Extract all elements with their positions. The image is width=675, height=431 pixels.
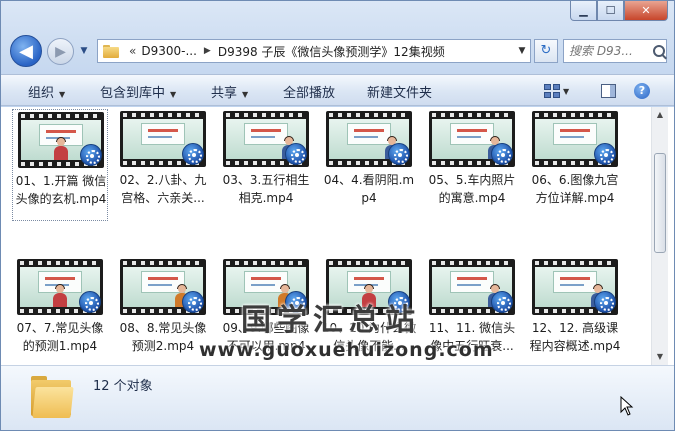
file-name: 03、3.五行相生相克.mp4 [222,173,310,205]
file-name: 08、8.常见头像预测2.mp4 [119,321,207,353]
address-bar[interactable]: « D9300-... ▶ D9398 子辰《微信头像预测学》12集视频 ▼ [97,39,531,63]
file-item[interactable]: 05、5.车内照片的寓意.mp4 [424,109,520,221]
back-arrow-icon: ◀ [19,40,33,62]
media-player-icon [388,143,410,165]
share-button[interactable]: 共享 ▼ [211,82,248,101]
search-box[interactable] [563,39,667,63]
media-player-icon [80,144,102,166]
close-button[interactable]: ✕ [624,1,668,21]
play-all-button[interactable]: 全部播放 [283,82,335,101]
change-view-button[interactable]: ▼ [544,81,569,101]
scroll-thumb[interactable] [654,153,666,253]
file-item[interactable]: 04、4.看阴阳.mp4 [321,109,417,221]
navigation-bar: ◀ ▶ ▼ « D9300-... ▶ D9398 子辰《微信头像预测学》12集… [1,31,674,71]
media-player-icon [285,143,307,165]
search-icon[interactable] [653,45,665,57]
media-player-icon [79,291,101,313]
address-dropdown-button[interactable]: ▼ [514,40,530,62]
details-pane: 12 个对象 [1,365,674,430]
chevron-down-icon: ▼ [563,86,570,96]
chevron-down-icon: ▼ [242,90,249,99]
maximize-button[interactable]: ☐ [597,1,624,21]
video-thumbnail [120,259,206,315]
slide-board [141,123,185,145]
file-item[interactable]: 01、1.开篇 微信头像的玄机.mp4 [12,109,108,221]
file-name: 07、7.常见头像的预测1.mp4 [16,321,104,353]
file-item[interactable]: 03、3.五行相生相克.mp4 [218,109,314,221]
new-folder-button[interactable]: 新建文件夹 [367,82,432,101]
include-library-label: 包含到库中 [100,86,166,101]
vertical-scrollbar[interactable]: ▲ ▼ [651,107,668,365]
recent-pages-button[interactable]: ▼ [77,44,91,58]
presenter-figure [54,137,68,160]
file-name: 05、5.车内照片的寓意.mp4 [428,173,516,205]
help-icon: ? [634,83,650,99]
search-input[interactable] [569,44,651,58]
watermark-url: www.guoxuehuizong.com [199,339,494,361]
refresh-button[interactable]: ↻ [534,39,558,63]
breadcrumb-separator[interactable]: ▶ [197,46,218,56]
presenter-figure [53,284,67,307]
file-name: 12、12. 高级课程内容概述.mp4 [529,321,621,353]
breadcrumb-overflow[interactable]: « [121,44,141,58]
scroll-up-button[interactable]: ▲ [652,107,668,123]
caption-buttons: ▁ ☐ ✕ [570,1,668,22]
scroll-down-button[interactable]: ▼ [652,349,668,365]
folder-icon [103,44,121,58]
include-library-button[interactable]: 包含到库中 ▼ [100,82,176,101]
file-item[interactable]: 02、2.八卦、九宫格、六亲关... [115,109,211,221]
video-thumbnail [120,111,206,167]
forward-arrow-icon: ▶ [55,43,66,60]
explorer-window: ▁ ☐ ✕ ◀ ▶ ▼ « D9300-... ▶ D9398 子辰《微信头像预… [0,0,675,431]
file-name: 02、2.八卦、九宫格、六亲关... [119,173,207,205]
video-thumbnail [429,111,515,167]
folder-large-icon [31,374,75,420]
media-player-icon [491,291,513,313]
item-count: 12 个对象 [93,379,153,394]
file-item[interactable]: 06、6.图像九宫方位详解.mp4 [527,109,623,221]
file-item[interactable]: 07、7.常见头像的预测1.mp4 [12,257,108,365]
video-thumbnail [18,112,104,168]
file-name: 04、4.看阴阳.mp4 [323,173,415,205]
forward-button[interactable]: ▶ [47,38,74,65]
video-thumbnail [429,259,515,315]
watermark-title: 国学汇总站 [241,303,421,338]
view-grid-icon [544,84,560,98]
share-label: 共享 [211,86,238,101]
help-button[interactable]: ? [634,81,650,101]
chevron-down-icon: ▼ [59,90,66,99]
breadcrumb-item-parent[interactable]: D9300-... [141,44,197,58]
content-edge [668,107,674,365]
minimize-button[interactable]: ▁ [570,1,597,21]
video-thumbnail [17,259,103,315]
media-player-icon [182,291,204,313]
file-name: 06、6.图像九宫方位详解.mp4 [531,173,619,205]
back-button[interactable]: ◀ [10,35,42,67]
media-player-icon [594,291,616,313]
video-thumbnail [532,259,618,315]
file-name: 01、1.开篇 微信头像的玄机.mp4 [15,174,107,206]
chevron-down-icon: ▼ [170,90,177,99]
organize-label: 组织 [28,86,55,101]
media-player-icon [594,143,616,165]
file-item[interactable]: 12、12. 高级课程内容概述.mp4 [527,257,623,365]
file-list: 12、12. 高级课程内容概述.mp4 11、11. 微信头像中五行旺衰... 10… [1,107,651,365]
preview-pane-button[interactable] [601,81,616,101]
slide-board [553,123,597,145]
media-player-icon [182,143,204,165]
video-thumbnail [532,111,618,167]
refresh-icon: ↻ [540,43,552,58]
preview-pane-icon [601,84,616,98]
command-bar: 组织 ▼ 包含到库中 ▼ 共享 ▼ 全部播放 新建文件夹 ▼ ? [1,74,674,106]
organize-button[interactable]: 组织 ▼ [28,82,65,101]
video-thumbnail [223,111,309,167]
video-thumbnail [326,111,412,167]
media-player-icon [491,143,513,165]
file-item[interactable]: 08、8.常见头像预测2.mp4 [115,257,211,365]
breadcrumb-item-current[interactable]: D9398 子辰《微信头像预测学》12集视频 [218,43,445,60]
